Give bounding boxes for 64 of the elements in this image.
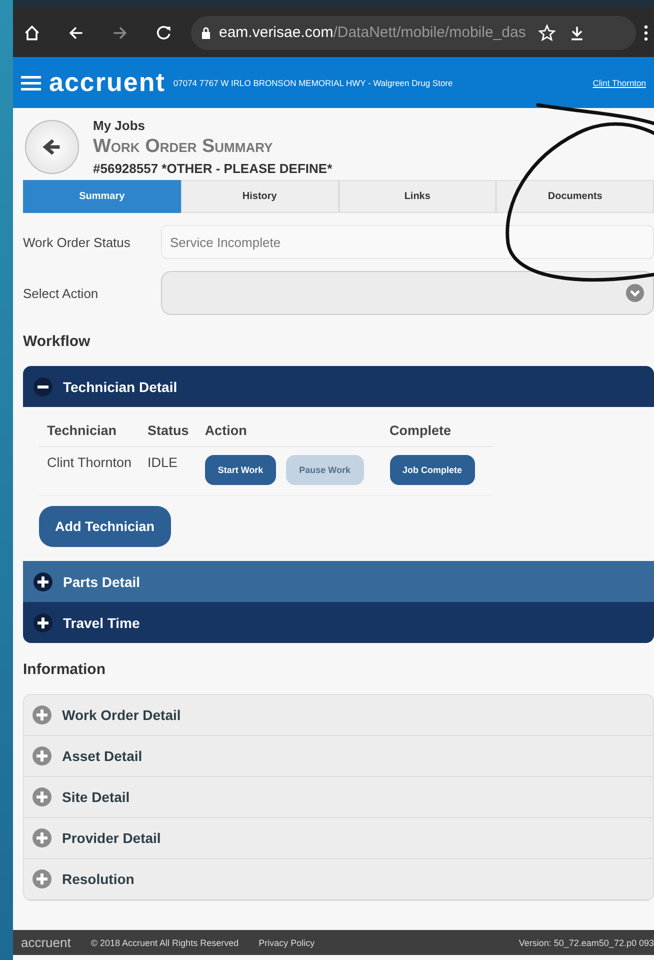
tab[interactable]: Links [338,180,496,213]
plus-circle-icon [32,746,52,766]
section-heading: Workflow [23,333,92,350]
technician-name: Clint Thornton [47,455,132,470]
column-header: Action [196,417,382,446]
info-row[interactable]: Resolution [24,859,653,900]
info-title: Work Order Detail [62,707,181,723]
action-button[interactable]: Start Work [204,455,276,485]
panel-title: Travel Time [63,614,140,630]
tab[interactable]: Summary [23,180,181,213]
info-title: Site Detail [62,789,130,805]
column-header: Technician [39,417,140,446]
plus-circle-icon [32,705,52,725]
user-link[interactable]: Clint Thornton [592,78,646,88]
url-path: /DataNett/mobile/mobile_das [333,24,526,41]
reload-icon[interactable] [155,24,173,42]
page-title: Work Order Summary [93,136,274,158]
info-row[interactable]: Asset Detail [24,736,653,777]
privacy-link[interactable]: Privacy Policy [258,938,315,948]
field-label: Select Action [23,286,100,300]
version: Version: 50_72.eam50_72.p0 093 [518,938,654,948]
url-host: eam.verisae.com [219,24,334,41]
tab[interactable]: Documents [496,180,654,213]
chevron-down-icon [625,283,645,303]
column-header: Status [140,417,197,446]
footer-logo: accruent [21,935,71,950]
plus-circle-icon [32,787,52,807]
plus-circle-icon [32,869,52,889]
info-title: Resolution [62,871,134,887]
toggle-icon [33,612,53,632]
info-title: Asset Detail [62,748,142,764]
info-row[interactable]: Provider Detail [24,818,653,859]
star-icon[interactable] [538,24,556,42]
breadcrumb[interactable]: My Jobs [93,118,332,133]
lock-icon [201,26,211,38]
work-order-number: #56928557 *OTHER - PLEASE DEFINE* [93,161,332,176]
panel-header[interactable]: Travel Time [23,602,654,643]
add-technician-button[interactable]: Add Technician [39,506,171,547]
more-icon[interactable] [644,24,648,40]
logo: accruent [49,67,166,98]
job-complete-button[interactable]: Job Complete [390,455,476,485]
info-title: Provider Detail [62,830,161,846]
plus-circle-icon [32,828,52,848]
panel-header[interactable]: Parts Detail [23,561,654,602]
technician-status: IDLE [148,455,178,470]
panel-title: Technician Detail [63,378,178,394]
action-select[interactable] [161,271,654,315]
address-bar[interactable]: eam.verisae.com/DataNett/mobile/mobile_das [191,16,636,50]
tab[interactable]: History [180,180,338,213]
toggle-icon [33,572,53,592]
toggle-icon [33,376,53,396]
back-button[interactable] [25,120,79,174]
panel-header[interactable]: Technician Detail [23,366,654,407]
home-icon[interactable] [23,24,41,42]
status-field[interactable]: Service Incomplete [161,225,654,259]
copyright: © 2018 Accruent All Rights Reserved [90,938,239,948]
column-header: Complete [382,417,494,446]
field-label: Work Order Status [23,234,132,250]
info-row[interactable]: Work Order Detail [24,695,653,736]
panel-title: Parts Detail [63,574,140,590]
section-heading: Information [23,661,106,678]
info-row[interactable]: Site Detail [24,777,653,818]
store-location: 07074 7767 W IRLO BRONSON MEMORIAL HWY - Walgreen Drug Store [173,78,454,88]
menu-icon[interactable] [21,74,41,90]
